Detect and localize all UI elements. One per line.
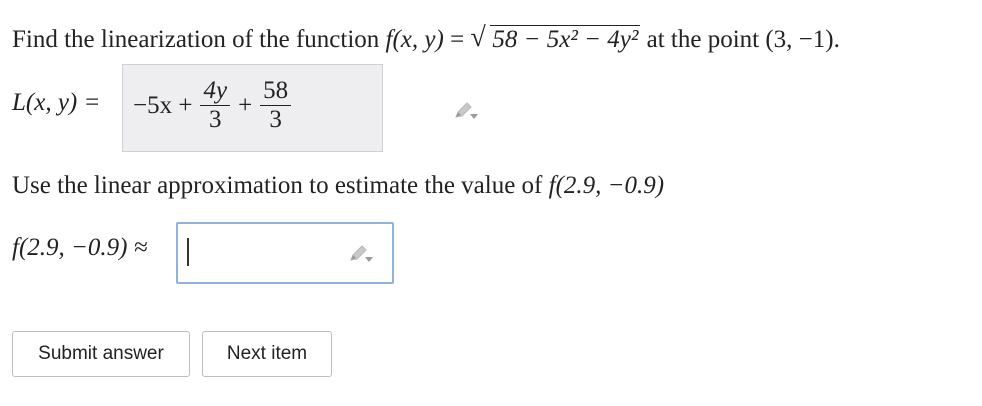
text-cursor (187, 238, 189, 266)
equals-sign: = (443, 26, 471, 53)
sqrt-symbol: √ (470, 22, 486, 53)
function-args: (x, y) (392, 26, 444, 53)
sqrt-expression: √ 58 − 5x² − 4y² (470, 22, 641, 54)
page: Find the linearization of the function f… (0, 0, 982, 406)
linearization-expression: −5x + 4y 3 + 58 3 (133, 77, 295, 134)
instruction-body: Use the linear approximation to estimate… (12, 172, 549, 199)
instruction-text: Use the linear approximation to estimate… (12, 172, 664, 200)
fraction-one: 4y 3 (200, 77, 231, 134)
fraction-one-denominator: 3 (209, 106, 222, 133)
pencil-edit-icon[interactable] (453, 101, 479, 121)
fraction-one-numerator: 4y (200, 77, 231, 106)
question-prefix: Find the linearization of the function (12, 26, 386, 53)
fraction-two-numerator: 58 (260, 77, 292, 106)
estimate-input[interactable] (176, 222, 394, 284)
plus-sign: + (238, 91, 253, 119)
linearization-label: L(x, y) = (12, 89, 101, 116)
estimate-label: f(2.9, −0.9) ≈ (12, 234, 148, 261)
linearization-answer-box[interactable]: −5x + 4y 3 + 58 3 (122, 64, 478, 152)
radicand: 58 − 5x² − 4y² (490, 25, 641, 53)
submit-answer-button[interactable]: Submit answer (12, 331, 190, 377)
term-one: −5x + (133, 91, 193, 119)
next-item-button[interactable]: Next item (202, 331, 332, 377)
point-text: (3, −1). (765, 26, 840, 53)
instruction-function-call: f(2.9, −0.9) (548, 172, 665, 199)
pencil-edit-icon[interactable] (348, 244, 374, 264)
fraction-two-denominator: 3 (269, 106, 282, 133)
question-text: Find the linearization of the function f… (12, 22, 840, 54)
at-text: at the point (640, 26, 766, 53)
fraction-two: 58 3 (260, 77, 292, 134)
